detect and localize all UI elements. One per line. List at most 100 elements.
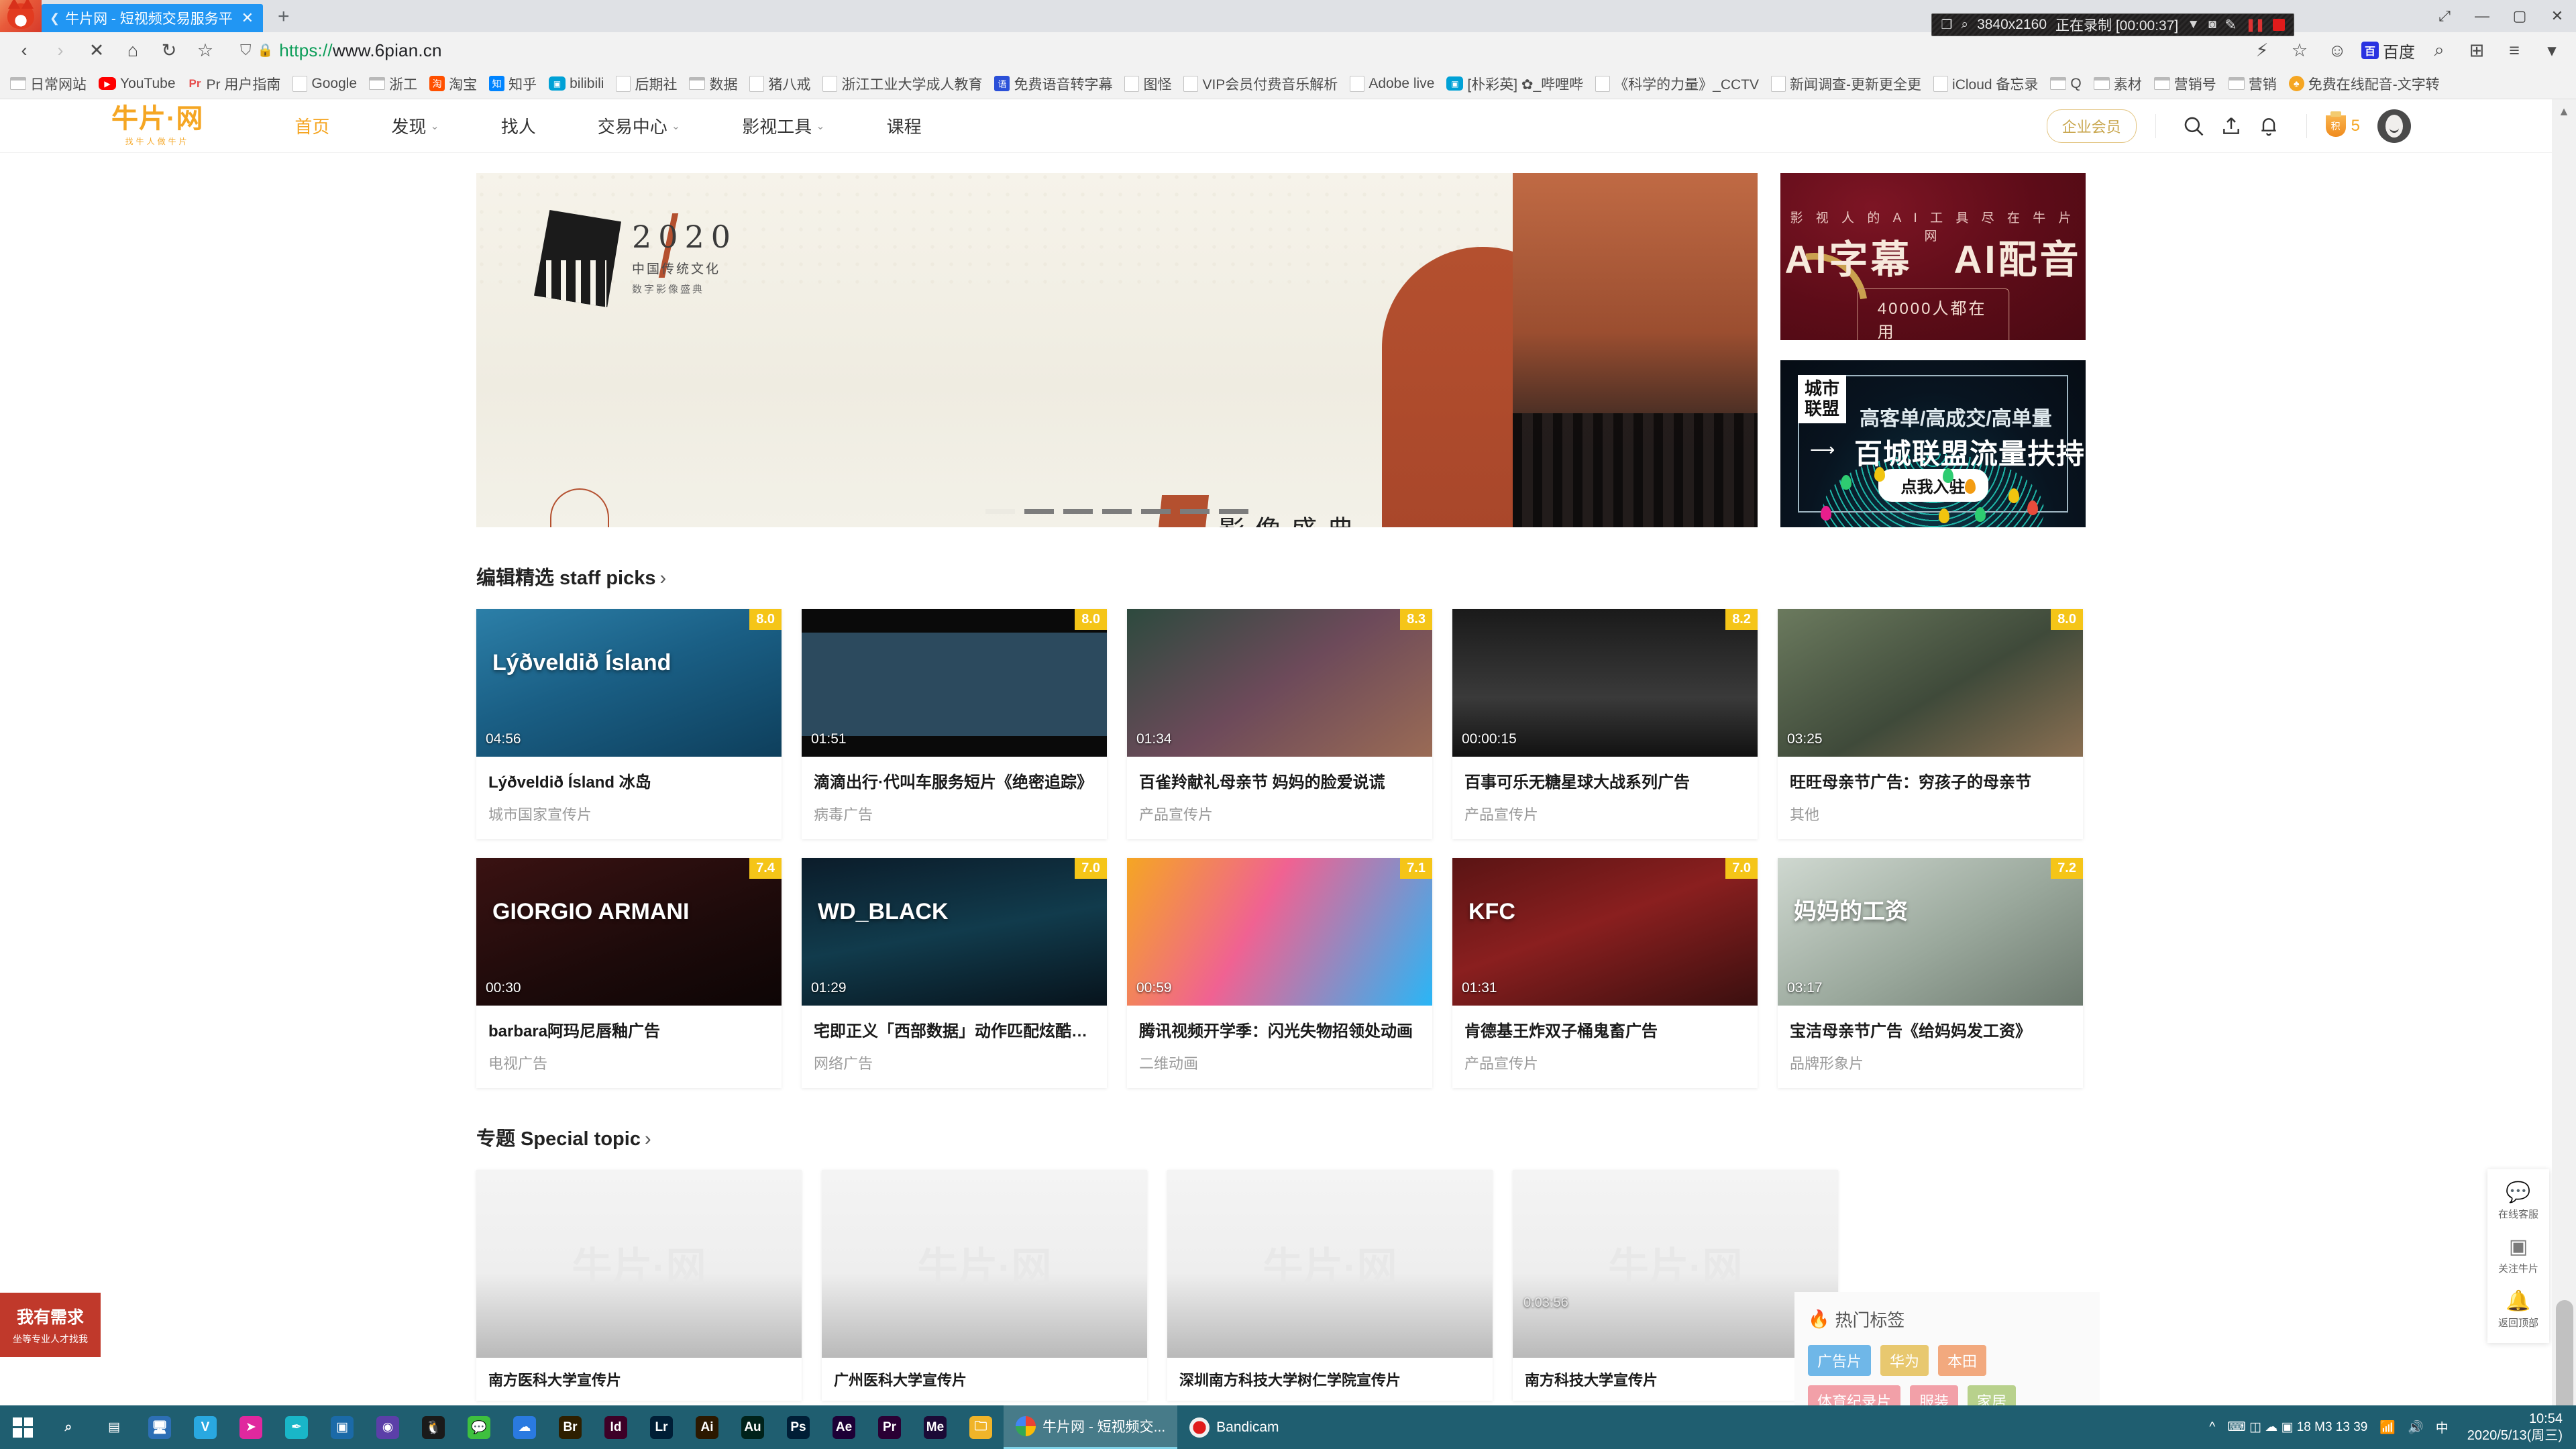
taskbar-bridge-icon[interactable]: Br — [547, 1405, 593, 1449]
bookmark-item[interactable]: 淘淘宝 — [423, 71, 483, 97]
carousel-dots[interactable] — [985, 509, 1248, 514]
special-topic-title[interactable]: 南方医科大学宣传片 — [476, 1358, 802, 1401]
browser-menu-icon[interactable]: ≡ — [2497, 36, 2532, 65]
bookmark-item[interactable]: ▣ bilibili — [543, 73, 610, 95]
video-title[interactable]: 腾讯视频开学季：闪光失物招领处动画 — [1139, 1018, 1420, 1041]
bookmark-item[interactable]: 图怪 — [1118, 71, 1177, 97]
back-button[interactable]: ‹ — [7, 36, 42, 65]
video-title[interactable]: 肯德基王炸双子桶鬼畜广告 — [1464, 1018, 1746, 1041]
bookmark-item[interactable]: 浙工 — [363, 71, 423, 97]
float-panel-item[interactable]: 💬 在线客服 — [2487, 1175, 2549, 1229]
bookmark-item[interactable]: 素材 — [2088, 71, 2148, 97]
browser-tab[interactable]: ❮ 牛片网 - 短视频交易服务平台 ✕ — [42, 4, 263, 32]
enterprise-vip-button[interactable]: 企业会员 — [2046, 109, 2137, 143]
video-card[interactable]: 8.3 01:34 百雀羚献礼母亲节 妈妈的脸爱说谎 产品宣传片 — [1127, 609, 1432, 839]
taskbar-lightroom-icon[interactable]: Lr — [639, 1405, 684, 1449]
taskbar-qq-icon[interactable]: 🐧 — [411, 1405, 456, 1449]
chevron-down-icon[interactable]: ▾ — [2534, 36, 2569, 65]
scrollbar-thumb[interactable] — [2556, 1300, 2573, 1421]
taskbar-c4d-app-icon[interactable]: ◉ — [365, 1405, 411, 1449]
taskbar-v-app-icon[interactable]: V — [182, 1405, 228, 1449]
bookmark-item[interactable]: 浙江工业大学成人教育 — [816, 71, 988, 97]
recorder-zoom-icon[interactable]: ⌕ — [1961, 17, 1968, 32]
video-card[interactable]: 8.2 00:00:15 百事可乐无糖星球大战系列广告 产品宣传片 — [1452, 609, 1758, 839]
taskbar-media-encoder-icon[interactable]: Me — [912, 1405, 958, 1449]
nav-item-5[interactable]: 课程 — [856, 113, 953, 138]
special-topic-thumbnail[interactable]: 牛片·网 — [476, 1170, 802, 1358]
stop-button[interactable]: ✕ — [79, 36, 114, 65]
video-thumbnail[interactable]: 7.1 00:59 — [1127, 858, 1432, 1006]
window-minimize-button[interactable]: — — [2463, 3, 2501, 30]
taskbar-clock[interactable]: 10:54 2020/5/13(周三) — [2461, 1411, 2563, 1444]
bookmark-item[interactable]: ♣ 免费在线配音-文字转 — [2283, 71, 2446, 97]
bookmark-item[interactable]: 猪八戒 — [743, 71, 816, 97]
window-close-button[interactable]: ✕ — [2538, 3, 2576, 30]
special-topic-card[interactable]: 牛片·网 0:03:56 南方科技大学宣传片 — [1513, 1170, 1838, 1401]
bookmark-item[interactable]: Google — [286, 73, 363, 95]
special-topic-heading[interactable]: 专题 Special topic › — [0, 1088, 2576, 1151]
video-card[interactable]: 7.1 00:59 腾讯视频开学季：闪光失物招领处动画 二维动画 — [1127, 858, 1432, 1088]
video-title[interactable]: 宝洁母亲节广告《给妈妈发工资》 — [1790, 1018, 2071, 1041]
video-thumbnail[interactable]: 8.0 03:25 — [1778, 609, 2083, 757]
bookmark-item[interactable]: 后期社 — [610, 71, 683, 97]
avatar[interactable] — [2377, 109, 2411, 143]
bookmark-star-icon[interactable]: ☆ — [188, 36, 223, 65]
video-thumbnail[interactable]: Lýðveldið Ísland 8.0 04:56 — [476, 609, 782, 757]
search-icon[interactable] — [2175, 107, 2212, 145]
scroll-up-icon[interactable]: ▲ — [2552, 99, 2576, 123]
taskbar-premiere-icon[interactable]: Pr — [867, 1405, 912, 1449]
recorder-stop-button[interactable] — [2273, 19, 2285, 31]
hot-tag[interactable]: 本田 — [1938, 1345, 1987, 1376]
notification-bell-icon[interactable] — [2250, 107, 2288, 145]
carousel-dot[interactable] — [1063, 509, 1093, 514]
special-topic-card[interactable]: 牛片·网 南方医科大学宣传片 — [476, 1170, 802, 1401]
taskbar-illustrator-icon[interactable]: Ai — [684, 1405, 730, 1449]
video-thumbnail[interactable]: 8.3 01:34 — [1127, 609, 1432, 757]
video-thumbnail[interactable]: WD_BLACK 7.0 01:29 — [802, 858, 1107, 1006]
network-icon[interactable]: 📶 — [2379, 1419, 2396, 1436]
special-topic-title[interactable]: 南方科技大学宣传片 — [1513, 1358, 1838, 1401]
video-title[interactable]: 滴滴出行·代叫车服务短片《绝密追踪》 — [814, 769, 1095, 792]
taskbar-baidu-netdisk-icon[interactable]: ☁ — [502, 1405, 547, 1449]
video-thumbnail[interactable]: 妈妈的工资 7.2 03:17 — [1778, 858, 2083, 1006]
nav-item-0[interactable]: 首页 — [264, 113, 360, 138]
video-title[interactable]: 宅即正义「西部数据」动作匹配炫酷剪辑 DIR — [814, 1018, 1095, 1041]
bookmark-item[interactable]: VIP会员付费音乐解析 — [1177, 71, 1344, 97]
bookmark-item[interactable]: Q — [2044, 73, 2087, 95]
forward-button[interactable]: › — [43, 36, 78, 65]
bookmark-item[interactable]: 新闻调查-更新更全更 — [1765, 71, 1927, 97]
hero-banner[interactable]: 2020 中国传统文化 数字影像盛典 首届 中国传统文化 数字 影像盛典 C H… — [476, 173, 1758, 527]
language-icon[interactable]: 中 — [2436, 1418, 2449, 1436]
hot-tag[interactable]: 华为 — [1880, 1345, 1929, 1376]
video-title[interactable]: 百雀羚献礼母亲节 妈妈的脸爱说谎 — [1139, 769, 1420, 792]
video-card[interactable]: 妈妈的工资 7.2 03:17 宝洁母亲节广告《给妈妈发工资》 品牌形象片 — [1778, 858, 2083, 1088]
taskbar-video-app-icon[interactable]: ▣ — [319, 1405, 365, 1449]
video-title[interactable]: Lýðveldið Ísland 冰岛 — [488, 769, 769, 792]
bookmark-item[interactable]: 营销 — [2222, 71, 2283, 97]
taskbar-pen-app-icon[interactable]: ✒ — [274, 1405, 319, 1449]
bookmark-item[interactable]: iCloud 备忘录 — [1927, 71, 2044, 97]
window-extra-button[interactable]: ⤢ — [2426, 3, 2463, 30]
taskbar-computer-icon[interactable]: 🖥 — [137, 1405, 182, 1449]
taskbar-audition-icon[interactable]: Au — [730, 1405, 775, 1449]
bookmark-item[interactable]: 《科学的力量》_CCTV — [1589, 71, 1765, 97]
page-scrollbar[interactable]: ▲ ▼ — [2552, 99, 2576, 1436]
nav-item-3[interactable]: 交易中心 ⌄ — [567, 113, 711, 138]
video-card[interactable]: 8.0 03:25 旺旺母亲节广告：穷孩子的母亲节 其他 — [1778, 609, 2083, 839]
window-maximize-button[interactable]: ▢ — [2501, 3, 2538, 30]
camera-icon[interactable]: ◙ — [2208, 17, 2216, 32]
carousel-dot[interactable] — [1024, 509, 1054, 514]
favorite-icon[interactable]: ☆ — [2282, 36, 2317, 65]
taskbar-file-explorer-icon[interactable]: 🗀 — [958, 1405, 1004, 1449]
special-topic-thumbnail[interactable]: 牛片·网 0:03:56 — [1513, 1170, 1838, 1358]
taskbar-search-icon[interactable]: ⌕ — [46, 1405, 91, 1449]
video-card[interactable]: GIORGIO ARMANI 7.4 00:30 barbara阿玛尼唇釉广告 电视广告 — [476, 858, 782, 1088]
taskbar-indesign-icon[interactable]: Id — [593, 1405, 639, 1449]
special-topic-title[interactable]: 深圳南方科技大学树仁学院宣传片 — [1167, 1358, 1493, 1401]
tray-icons[interactable]: ⌨ ◫ ☁ ▣ 18 M3 13 39 — [2227, 1419, 2367, 1435]
taskbar-photoshop-icon[interactable]: Ps — [775, 1405, 821, 1449]
recorder-window-icon[interactable]: ❐ — [1941, 17, 1952, 33]
taskbar-task-view-icon[interactable]: ▤ — [91, 1405, 137, 1449]
home-button[interactable]: ⌂ — [115, 36, 150, 65]
special-topic-thumbnail[interactable]: 牛片·网 — [822, 1170, 1147, 1358]
